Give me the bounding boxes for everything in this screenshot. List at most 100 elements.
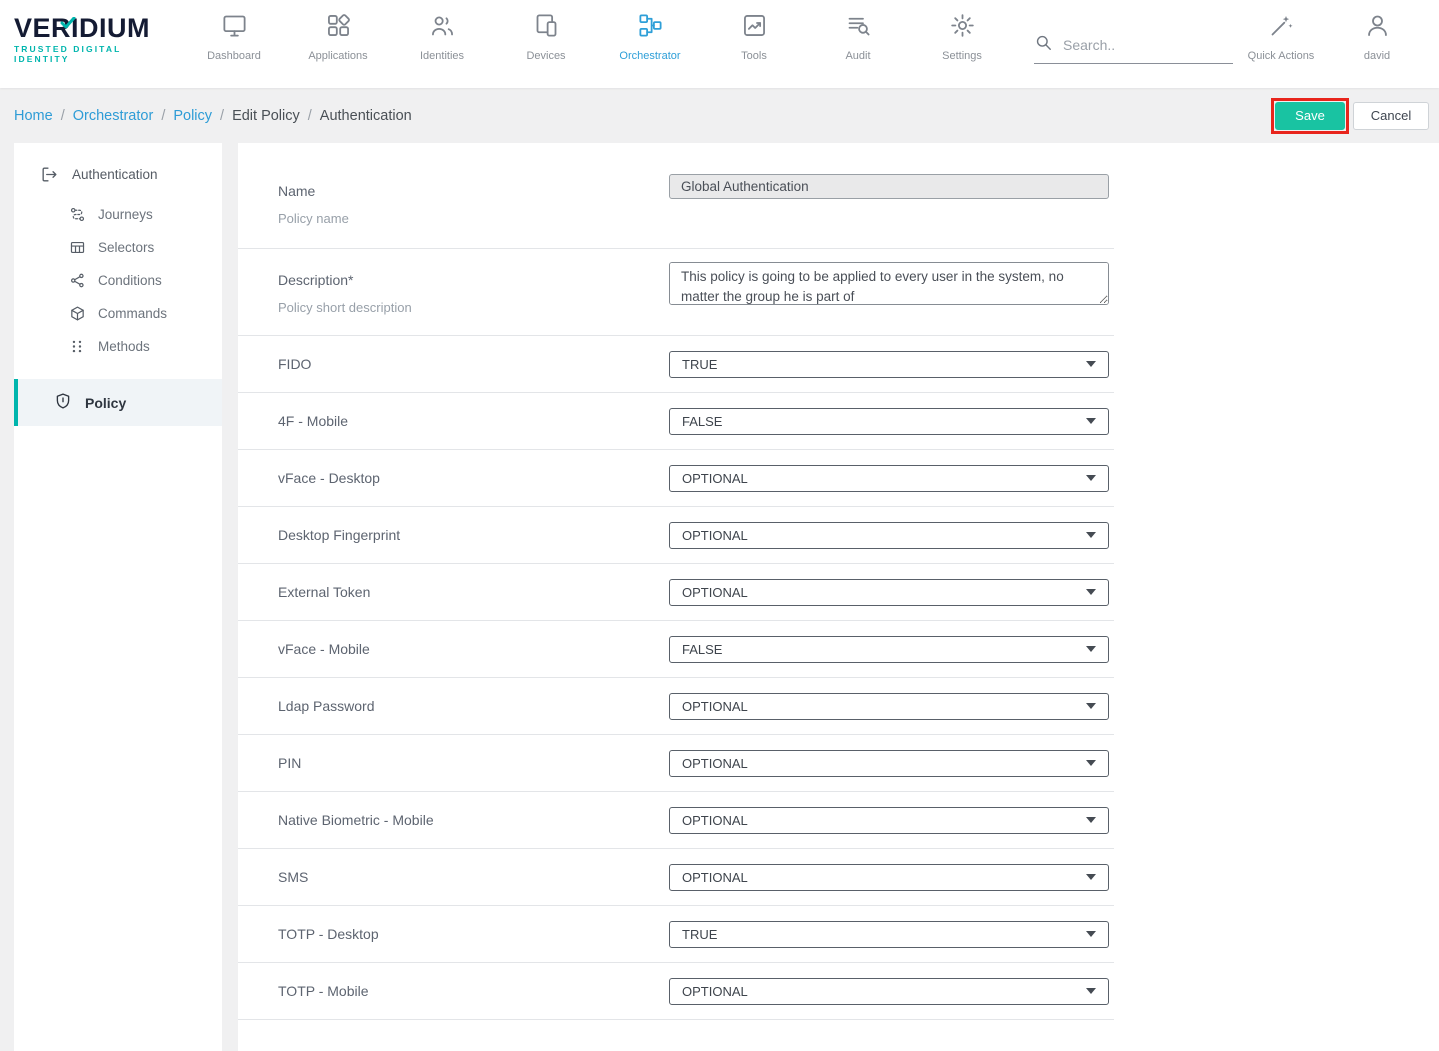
quick-actions-button[interactable]: Quick Actions: [1233, 0, 1329, 62]
sidebar-item-commands[interactable]: Commands: [14, 297, 222, 330]
logo-text: VERIDIUM: [14, 13, 150, 43]
form-row-fido: FIDO TRUE: [238, 336, 1114, 393]
breadcrumb-bar: Home / Orchestrator / Policy / Edit Poli…: [0, 88, 1439, 143]
sidebar-item-label: Selectors: [98, 240, 154, 255]
field-label: Desktop Fingerprint: [278, 527, 669, 543]
breadcrumb-orchestrator[interactable]: Orchestrator: [73, 108, 154, 124]
nav-item-label: Orchestrator: [598, 50, 702, 62]
dropdown-value: FALSE: [682, 642, 722, 657]
sms-dropdown[interactable]: OPTIONAL: [669, 864, 1109, 891]
breadcrumb-separator: /: [220, 108, 224, 124]
native-biometric-mobile-dropdown[interactable]: OPTIONAL: [669, 807, 1109, 834]
totp-mobile-dropdown[interactable]: OPTIONAL: [669, 978, 1109, 1005]
chevron-down-icon: [1086, 361, 1096, 367]
nav-item-tools[interactable]: Tools: [702, 0, 806, 62]
nav-item-identities[interactable]: Identities: [390, 0, 494, 62]
tools-chart-icon: [741, 26, 768, 43]
breadcrumb-authentication: Authentication: [320, 108, 412, 124]
totp-desktop-dropdown[interactable]: TRUE: [669, 921, 1109, 948]
form-row-vface-desktop: vFace - Desktop OPTIONAL: [238, 450, 1114, 507]
chevron-down-icon: [1086, 589, 1096, 595]
search-icon: [1034, 33, 1053, 57]
nav-item-devices[interactable]: Devices: [494, 0, 598, 62]
dropdown-value: OPTIONAL: [682, 813, 748, 828]
form-row-external-token: External Token OPTIONAL: [238, 564, 1114, 621]
vface-mobile-dropdown[interactable]: FALSE: [669, 636, 1109, 663]
form-row-4f-mobile: 4F - Mobile FALSE: [238, 393, 1114, 450]
nav-item-label: Applications: [286, 50, 390, 62]
branch-icon: [69, 272, 86, 289]
form-row-sms: SMS OPTIONAL: [238, 849, 1114, 906]
field-label: 4F - Mobile: [278, 413, 669, 429]
chevron-down-icon: [1086, 760, 1096, 766]
policy-description-textarea[interactable]: This policy is going to be applied to ev…: [669, 262, 1109, 305]
nav-item-orchestrator[interactable]: Orchestrator: [598, 0, 702, 62]
ldap-password-dropdown[interactable]: OPTIONAL: [669, 693, 1109, 720]
top-nav-bar: VERIDIUM TRUSTED DIGITAL IDENTITY Dashbo…: [0, 0, 1439, 88]
chevron-down-icon: [1086, 931, 1096, 937]
dropdown-value: FALSE: [682, 414, 722, 429]
policy-name-input[interactable]: [669, 174, 1109, 199]
fido-dropdown[interactable]: TRUE: [669, 351, 1109, 378]
pin-dropdown[interactable]: OPTIONAL: [669, 750, 1109, 777]
breadcrumb-separator: /: [308, 108, 312, 124]
user-name-label: david: [1329, 50, 1425, 62]
sidebar-item-journeys[interactable]: Journeys: [14, 198, 222, 231]
sidebar-item-methods[interactable]: Methods: [14, 330, 222, 363]
4f-mobile-dropdown[interactable]: FALSE: [669, 408, 1109, 435]
dots-grid-icon: [69, 338, 86, 355]
dropdown-value: TRUE: [682, 357, 717, 372]
sidebar-item-selectors[interactable]: Selectors: [14, 231, 222, 264]
external-token-dropdown[interactable]: OPTIONAL: [669, 579, 1109, 606]
sidebar-item-policy[interactable]: Policy: [14, 379, 222, 426]
sidebar: Authentication Journeys Selectors Condit…: [14, 143, 222, 1051]
user-menu[interactable]: david: [1329, 0, 1425, 62]
content-area: Authentication Journeys Selectors Condit…: [0, 143, 1439, 1051]
field-label: PIN: [278, 755, 669, 771]
search-input[interactable]: [1063, 37, 1233, 53]
cancel-button[interactable]: Cancel: [1353, 102, 1429, 130]
quick-actions-label: Quick Actions: [1233, 50, 1329, 62]
nav-item-label: Settings: [910, 50, 1014, 62]
main-nav: Dashboard Applications Identities Device…: [182, 0, 1014, 62]
logo-subtitle: TRUSTED DIGITAL IDENTITY: [14, 44, 171, 64]
nav-item-label: Dashboard: [182, 50, 286, 62]
cube-icon: [69, 305, 86, 322]
breadcrumb-policy[interactable]: Policy: [173, 108, 212, 124]
logo[interactable]: VERIDIUM TRUSTED DIGITAL IDENTITY: [14, 0, 171, 64]
sidebar-item-label: Methods: [98, 339, 150, 354]
header-right: Quick Actions david: [1233, 0, 1425, 62]
login-icon: [40, 165, 59, 184]
breadcrumb-separator: /: [61, 108, 65, 124]
breadcrumb-home[interactable]: Home: [14, 108, 53, 124]
chevron-down-icon: [1086, 532, 1096, 538]
save-button[interactable]: Save: [1275, 102, 1345, 130]
breadcrumb-separator: /: [161, 108, 165, 124]
chevron-down-icon: [1086, 418, 1096, 424]
form-row-name: Name Policy name: [238, 143, 1114, 249]
nav-item-applications[interactable]: Applications: [286, 0, 390, 62]
vface-desktop-dropdown[interactable]: OPTIONAL: [669, 465, 1109, 492]
chevron-down-icon: [1086, 475, 1096, 481]
nav-item-audit[interactable]: Audit: [806, 0, 910, 62]
desktop-fingerprint-dropdown[interactable]: OPTIONAL: [669, 522, 1109, 549]
dropdown-value: OPTIONAL: [682, 528, 748, 543]
field-sublabel: Policy short description: [278, 300, 669, 315]
dropdown-value: OPTIONAL: [682, 471, 748, 486]
field-label: TOTP - Desktop: [278, 926, 669, 942]
nav-item-settings[interactable]: Settings: [910, 0, 1014, 62]
chevron-down-icon: [1086, 817, 1096, 823]
form-row-totp-desktop: TOTP - Desktop TRUE: [238, 906, 1114, 963]
sidebar-item-authentication[interactable]: Authentication: [14, 153, 222, 198]
dropdown-value: TRUE: [682, 927, 717, 942]
policy-edit-panel: Name Policy name Description* Policy sho…: [238, 143, 1439, 1051]
apps-grid-icon: [325, 26, 352, 43]
dropdown-value: OPTIONAL: [682, 585, 748, 600]
sidebar-item-label: Commands: [98, 306, 167, 321]
nav-item-label: Audit: [806, 50, 910, 62]
breadcrumb-edit-policy: Edit Policy: [232, 108, 300, 124]
nav-item-dashboard[interactable]: Dashboard: [182, 0, 286, 62]
form-row-native-biometric-mobile: Native Biometric - Mobile OPTIONAL: [238, 792, 1114, 849]
field-label: TOTP - Mobile: [278, 983, 669, 999]
sidebar-item-conditions[interactable]: Conditions: [14, 264, 222, 297]
